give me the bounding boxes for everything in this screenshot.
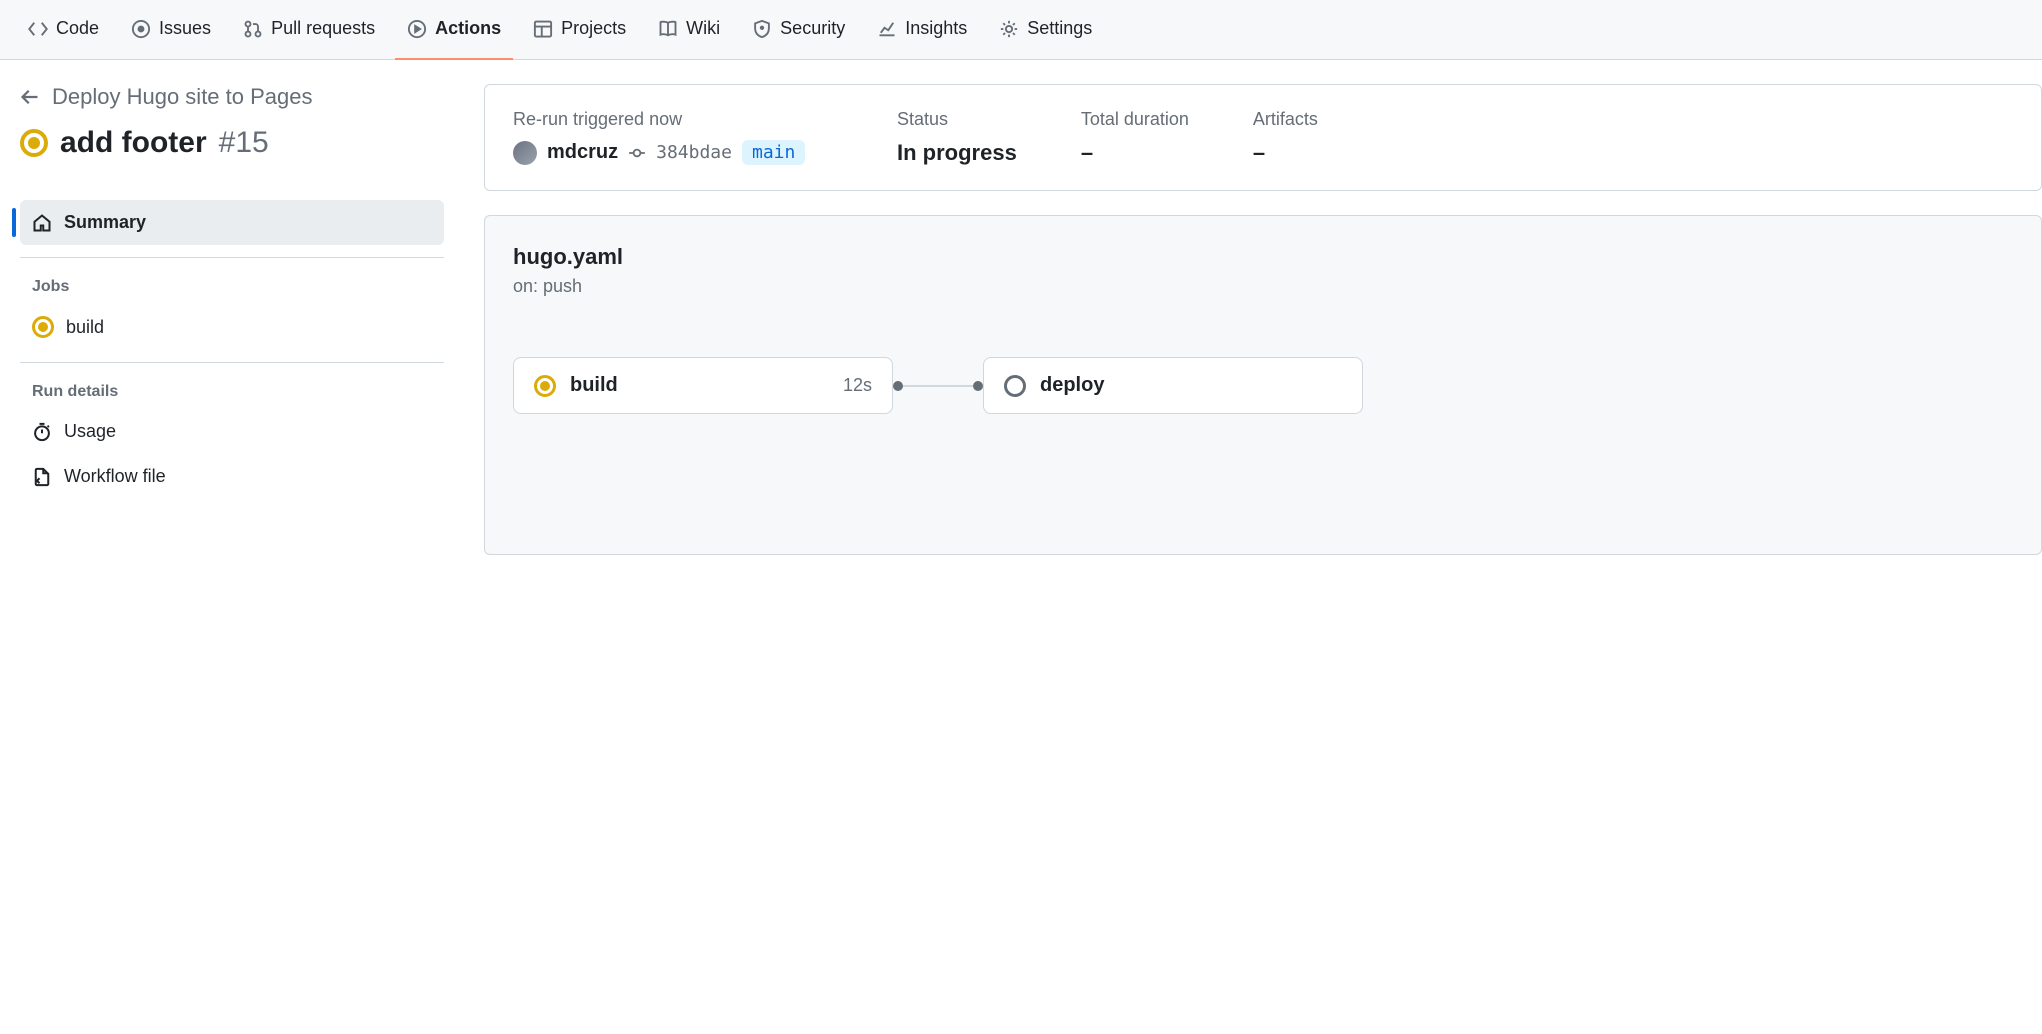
sidebar-jobs-heading: Jobs [20,258,444,304]
nav-insights[interactable]: Insights [865,0,979,60]
artifacts-label: Artifacts [1253,109,1318,130]
code-icon [28,19,48,39]
job-graph: build 12s deploy [513,357,2013,414]
stopwatch-icon [32,422,52,442]
gear-icon [999,19,1019,39]
summary-card: Re-run triggered now mdcruz 384bdae main… [484,84,2042,191]
nav-issues[interactable]: Issues [119,0,223,60]
branch-badge[interactable]: main [742,140,805,165]
sidebar-summary[interactable]: Summary [20,200,444,245]
actor-name[interactable]: mdcruz [547,141,618,164]
commit-sha[interactable]: 384bdae [656,142,732,163]
nav-wiki[interactable]: Wiki [646,0,732,60]
run-number: #15 [219,126,269,160]
play-icon [407,19,427,39]
job-name: build [570,374,829,397]
sidebar-item-label: Summary [64,212,146,233]
job-node-build[interactable]: build 12s [513,357,893,414]
breadcrumb-back[interactable]: Deploy Hugo site to Pages [20,84,444,110]
commit-icon [628,144,646,162]
table-icon [533,19,553,39]
repo-nav: Code Issues Pull requests Actions Projec… [0,0,2042,60]
nav-pulls[interactable]: Pull requests [231,0,387,60]
nav-label: Security [780,18,845,39]
run-title: add footer [60,126,207,160]
breadcrumb-label: Deploy Hugo site to Pages [52,84,313,110]
artifacts-value: – [1253,140,1318,166]
nav-label: Code [56,18,99,39]
workflow-file-name: hugo.yaml [513,244,2013,270]
nav-label: Wiki [686,18,720,39]
duration-label: Total duration [1081,109,1189,130]
job-duration: 12s [843,375,872,396]
status-value: In progress [897,140,1017,166]
sidebar-details-heading: Run details [20,363,444,409]
status-in-progress-icon [20,129,48,157]
nav-label: Insights [905,18,967,39]
run-main: Re-run triggered now mdcruz 384bdae main… [460,60,2042,579]
status-in-progress-icon [534,375,556,397]
shield-icon [752,19,772,39]
sidebar-item-label: Workflow file [64,466,166,487]
sidebar-item-label: build [66,317,104,338]
nav-security[interactable]: Security [740,0,857,60]
nav-settings[interactable]: Settings [987,0,1104,60]
status-label: Status [897,109,1017,130]
duration-value: – [1081,140,1189,166]
arrow-left-icon [20,87,40,107]
avatar[interactable] [513,141,537,165]
job-connector [893,381,983,391]
nav-label: Projects [561,18,626,39]
job-node-deploy[interactable]: deploy [983,357,1363,414]
sidebar-item-label: Usage [64,421,116,442]
issue-icon [131,19,151,39]
run-sidebar: Deploy Hugo site to Pages add footer #15… [0,60,460,579]
nav-projects[interactable]: Projects [521,0,638,60]
graph-icon [877,19,897,39]
home-icon [32,213,52,233]
status-queued-icon [1004,375,1026,397]
sidebar-job-build[interactable]: build [20,304,444,350]
nav-label: Issues [159,18,211,39]
book-icon [658,19,678,39]
pull-request-icon [243,19,263,39]
nav-code[interactable]: Code [16,0,111,60]
status-in-progress-icon [32,316,54,338]
trigger-label: Re-run triggered now [513,109,833,130]
nav-label: Actions [435,18,501,39]
workflow-trigger: on: push [513,276,2013,297]
workflow-file-icon [32,467,52,487]
sidebar-usage[interactable]: Usage [20,409,444,454]
run-title-row: add footer #15 [20,126,444,160]
workflow-graph-card: hugo.yaml on: push build 12s deploy [484,215,2042,555]
nav-label: Settings [1027,18,1092,39]
nav-label: Pull requests [271,18,375,39]
nav-actions[interactable]: Actions [395,0,513,60]
job-name: deploy [1040,374,1328,397]
sidebar-workflow-file[interactable]: Workflow file [20,454,444,499]
